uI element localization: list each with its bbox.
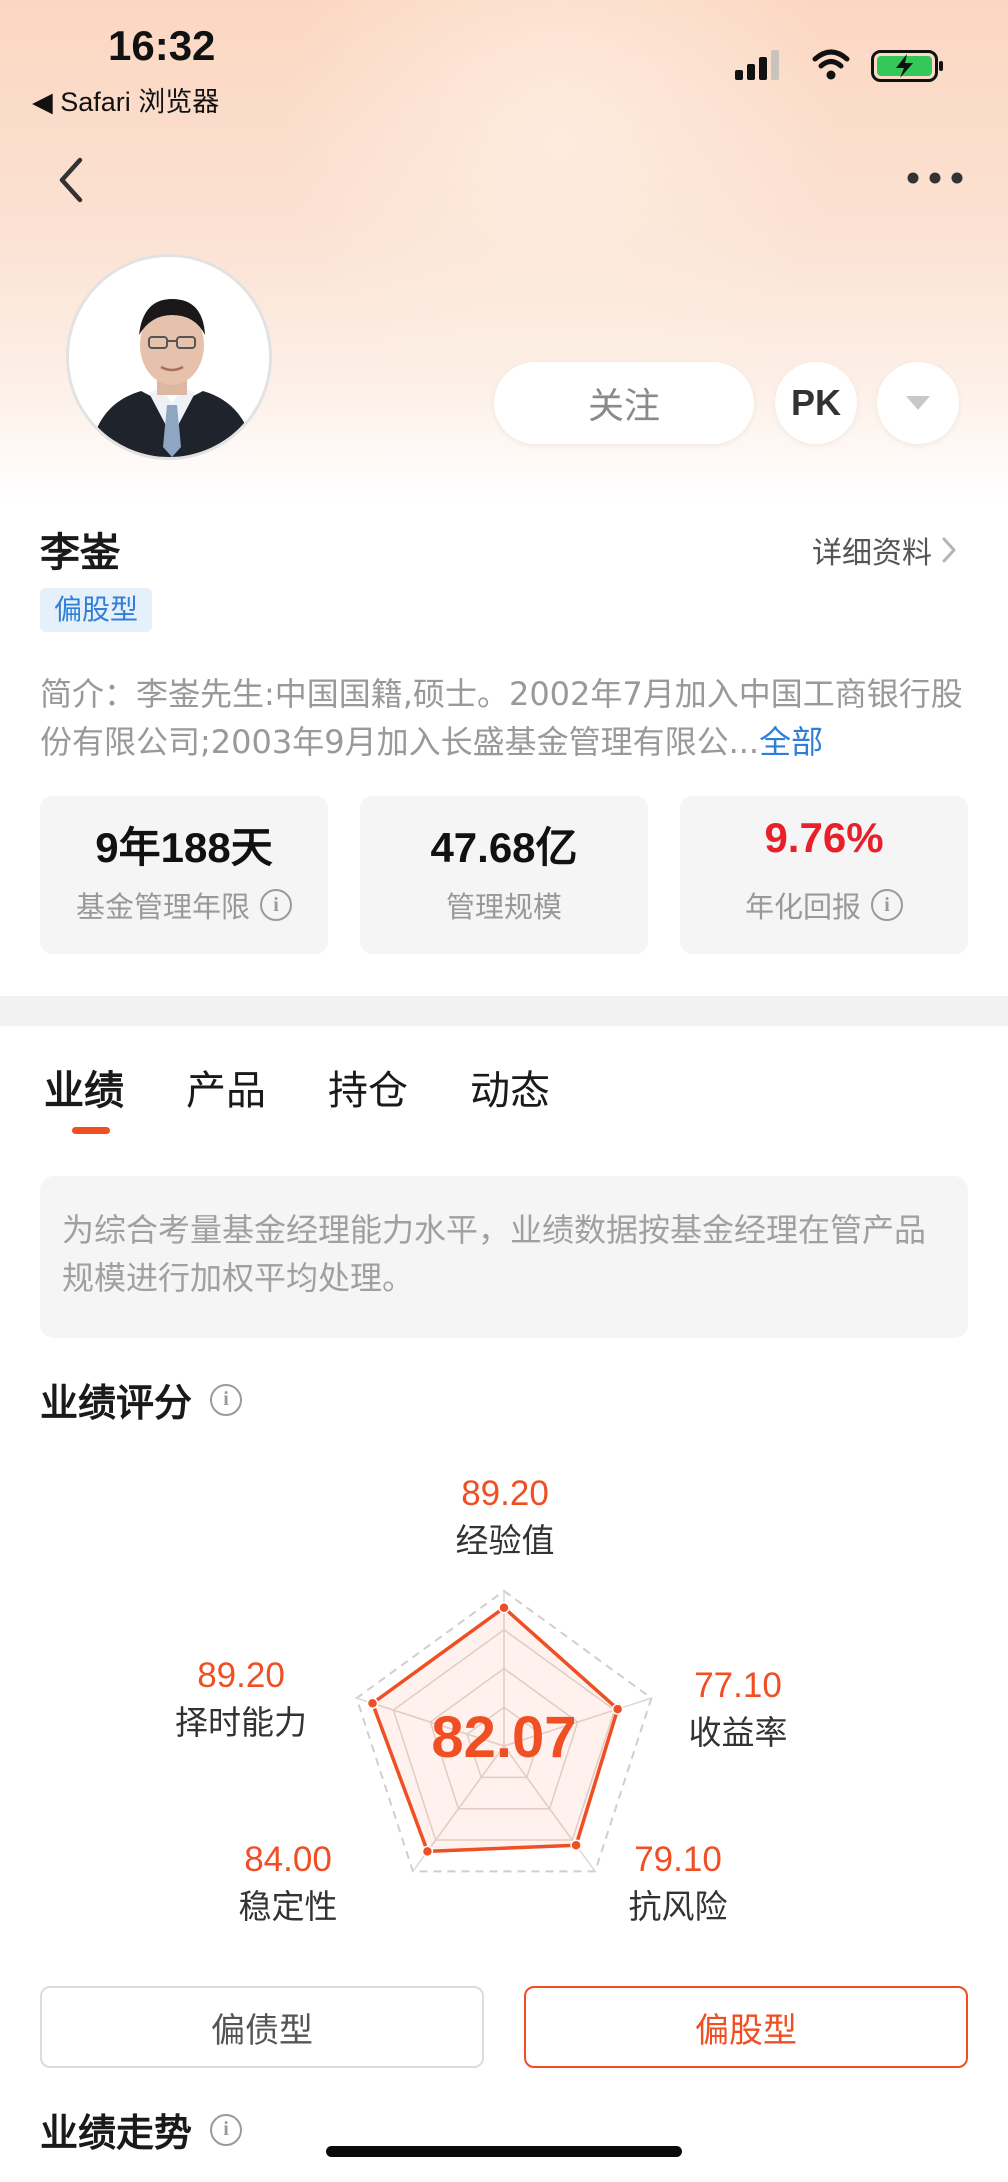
radar-value: 89.20 bbox=[197, 1656, 285, 1695]
info-icon[interactable]: i bbox=[210, 1383, 243, 1416]
status-time: 16:32 bbox=[108, 22, 216, 69]
manager-intro: 简介：李崟先生:中国国籍,硕士。2002年7月加入中国工商银行股份有限公司;20… bbox=[40, 670, 980, 766]
battery-icon bbox=[871, 50, 943, 82]
stat-card-annual-return: 9.76% 年化回报 i bbox=[680, 796, 968, 954]
tab-holdings[interactable]: 持仓 bbox=[328, 1058, 408, 1116]
info-icon[interactable]: i bbox=[871, 889, 903, 921]
chevron-right-icon bbox=[942, 537, 956, 563]
stat-label: 年化回报 bbox=[744, 890, 861, 924]
dropdown-button[interactable] bbox=[877, 362, 959, 444]
detail-profile-label: 详细资料 bbox=[812, 536, 932, 571]
manager-name: 李崟 bbox=[40, 530, 120, 576]
active-tab-indicator bbox=[72, 1127, 110, 1134]
tab-news[interactable]: 动态 bbox=[470, 1058, 550, 1116]
detail-profile-link[interactable]: 详细资料 bbox=[812, 528, 958, 572]
cellular-signal-icon bbox=[735, 50, 779, 80]
intro-text: 简介：李崟先生:中国国籍,硕士。2002年7月加入中国工商银行股份有限公司;20… bbox=[40, 675, 963, 761]
manager-avatar bbox=[66, 254, 272, 460]
manager-portrait-image bbox=[69, 257, 269, 457]
trend-section-title: 业绩走势 i bbox=[40, 2102, 243, 2157]
trend-title-label: 业绩走势 bbox=[40, 2111, 193, 2155]
intro-more-link[interactable]: 全部 bbox=[759, 723, 823, 761]
pk-button[interactable]: PK bbox=[775, 362, 857, 444]
stat-value: 9.76% bbox=[764, 814, 884, 861]
radar-label: 稳定性 bbox=[238, 1887, 338, 1926]
stat-label: 基金管理年限 bbox=[75, 890, 250, 924]
tab-products[interactable]: 产品 bbox=[186, 1058, 266, 1116]
triangle-down-icon bbox=[906, 396, 930, 410]
radar-point-4 bbox=[421, 1845, 434, 1858]
home-indicator bbox=[326, 2146, 682, 2157]
radar-dim-stability: 84.00 稳定性 bbox=[188, 1840, 388, 1928]
section-divider bbox=[0, 996, 1008, 1026]
radar-dim-risk-resistance: 79.10 抗风险 bbox=[578, 1840, 778, 1928]
stat-value: 9年188天 bbox=[95, 824, 273, 871]
follow-button[interactable]: 关注 bbox=[494, 362, 754, 444]
score-title-label: 业绩评分 bbox=[40, 1381, 193, 1425]
radar-label: 抗风险 bbox=[628, 1887, 728, 1926]
radar-value: 89.20 bbox=[461, 1474, 549, 1513]
stat-label: 管理规模 bbox=[445, 890, 562, 924]
tab-performance[interactable]: 业绩 bbox=[44, 1058, 124, 1116]
stat-value: 47.68亿 bbox=[430, 824, 578, 871]
radar-point-5 bbox=[366, 1697, 379, 1710]
back-chevron-icon[interactable] bbox=[50, 150, 98, 210]
info-icon[interactable]: i bbox=[210, 2113, 243, 2146]
radar-label: 经验值 bbox=[455, 1521, 555, 1560]
info-icon[interactable]: i bbox=[260, 889, 292, 921]
radar-point-1 bbox=[498, 1601, 510, 1614]
radar-dim-timing: 89.20 择时能力 bbox=[141, 1656, 341, 1744]
radar-value: 84.00 bbox=[244, 1840, 332, 1879]
segment-equity-biased[interactable]: 偏股型 bbox=[524, 1986, 968, 2068]
score-section-title: 业绩评分 i bbox=[40, 1372, 243, 1427]
weighting-note: 为综合考量基金经理能力水平，业绩数据按基金经理在管产品规模进行加权平均处理。 bbox=[40, 1176, 968, 1338]
radar-dim-experience: 89.20 经验值 bbox=[405, 1474, 605, 1562]
radar-value: 77.10 bbox=[694, 1666, 782, 1705]
stat-card-tenure: 9年188天 基金管理年限 i bbox=[40, 796, 328, 954]
wifi-icon bbox=[812, 49, 850, 80]
status-icons bbox=[735, 49, 943, 82]
radar-value: 79.10 bbox=[634, 1840, 722, 1879]
fund-type-tag: 偏股型 bbox=[40, 588, 153, 632]
overall-score: 82.07 bbox=[431, 1705, 577, 1770]
status-back-to-safari[interactable]: ◀ Safari 浏览器 bbox=[32, 80, 219, 119]
radar-point-2 bbox=[611, 1703, 624, 1715]
radar-dim-return: 77.10 收益率 bbox=[638, 1666, 838, 1754]
segment-bond-biased[interactable]: 偏债型 bbox=[40, 1986, 484, 2068]
radar-label: 收益率 bbox=[688, 1713, 788, 1752]
radar-label: 择时能力 bbox=[175, 1703, 307, 1742]
stat-card-aum: 47.68亿 管理规模 bbox=[360, 796, 648, 954]
more-horizontal-icon[interactable] bbox=[905, 160, 965, 196]
